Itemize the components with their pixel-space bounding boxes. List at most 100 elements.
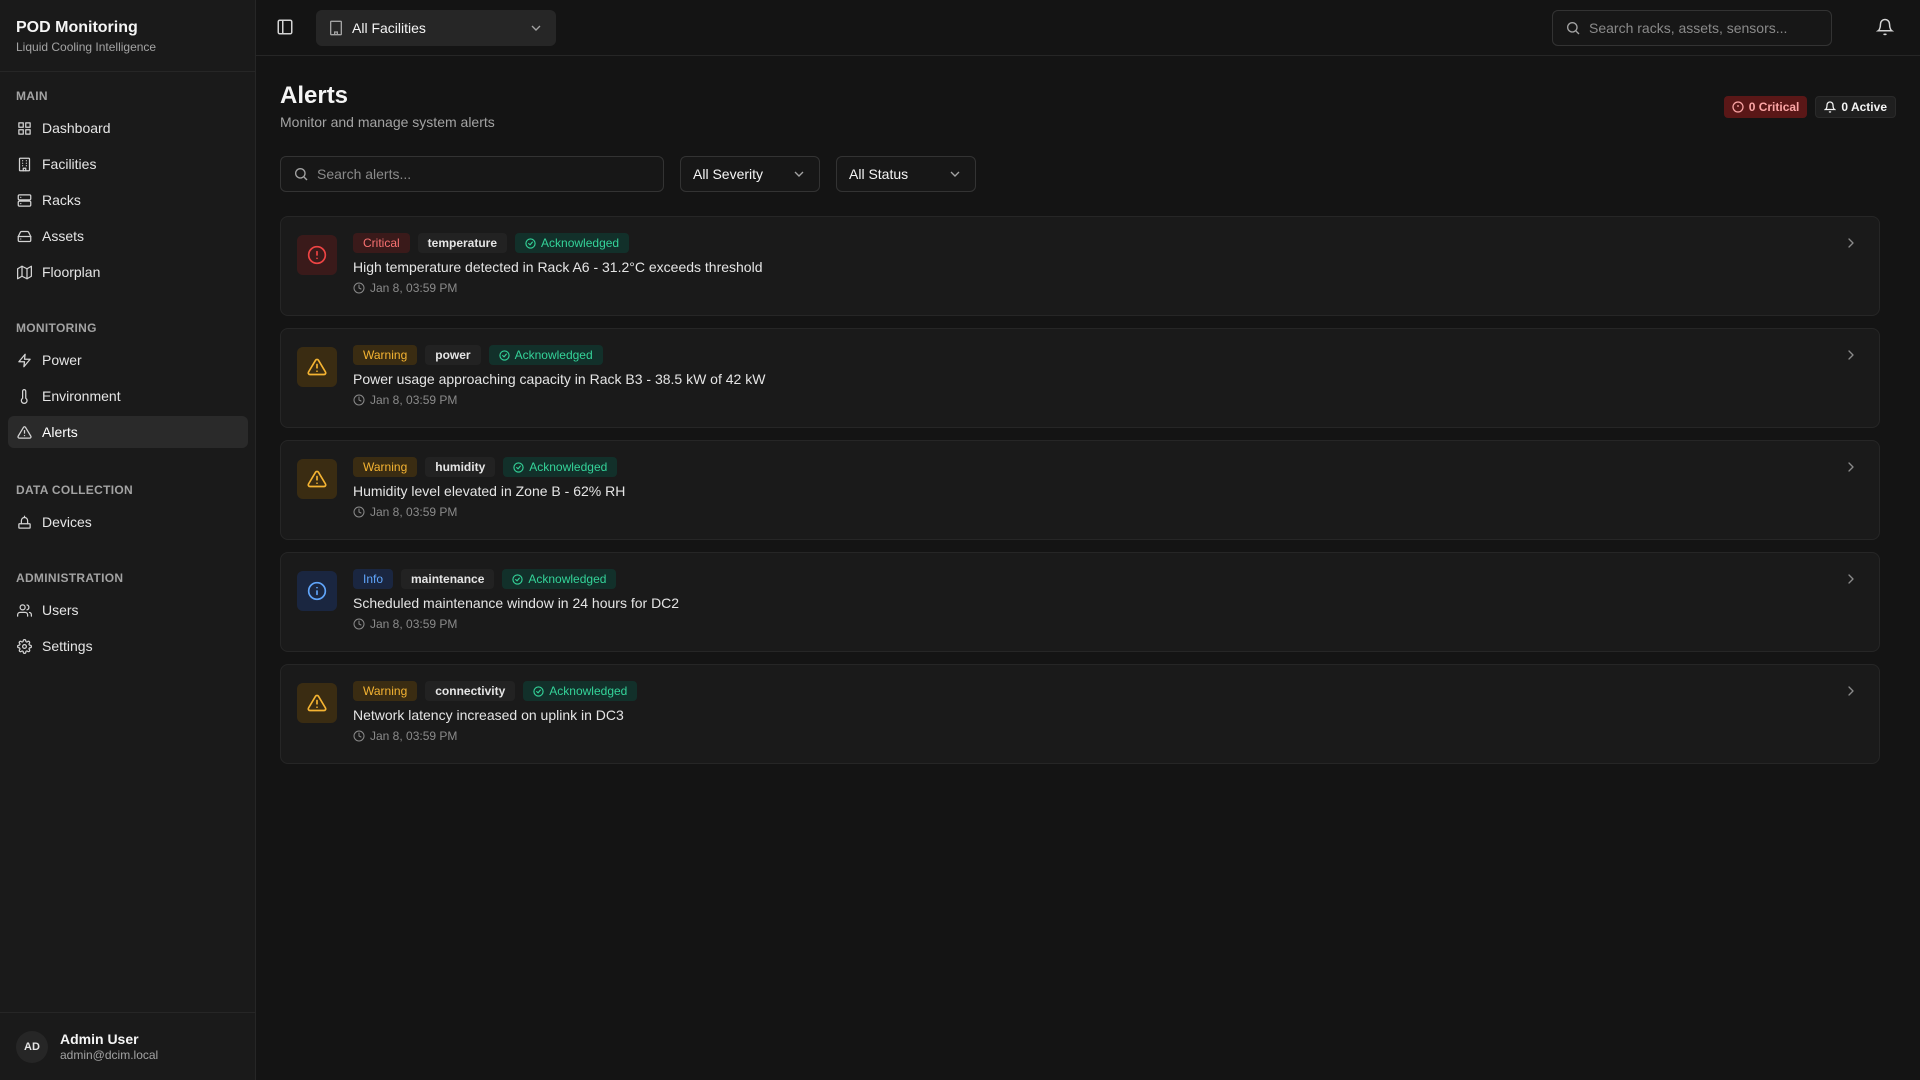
nav-heading: DATA COLLECTION [16,483,133,497]
active-count-badge: 0 Active [1815,96,1896,118]
status-badge: Acknowledged [523,681,638,701]
severity-badge: Warning [353,681,418,701]
alert-body: Info maintenance Acknowledged Scheduled mai… [353,569,679,631]
alert-timestamp: Jan 8, 03:59 PM [353,617,679,631]
alert-tags: Critical temperature Acknowledged [353,233,763,253]
clock-icon [353,282,365,294]
sidebar-item-settings[interactable]: Settings [8,630,248,662]
chevron-right-icon[interactable] [1843,459,1859,475]
sidebar-item-alerts[interactable]: Alerts [8,416,248,448]
alert-card[interactable]: Warning humidity Acknowledged Humidity leve… [280,440,1880,540]
severity-badge: Info [353,569,394,589]
chevron-right-icon[interactable] [1843,571,1859,587]
user-profile[interactable]: AD Admin User admin@dcim.local [0,1012,256,1080]
nav-heading: MAIN [16,89,48,103]
check-circle-icon [498,349,510,361]
sidebar-item-floorplan[interactable]: Floorplan [8,256,248,288]
check-circle-icon [533,685,544,697]
alert-circle-icon [1732,101,1744,113]
users-icon [16,602,32,618]
bell-icon [1824,101,1837,113]
topbar: All Facilities [256,0,1920,56]
chevron-down-icon [791,166,807,182]
filter-bar: All Severity All Status [280,156,976,192]
clock-icon [353,506,365,518]
app-subtitle: Liquid Cooling Intelligence [16,40,157,54]
alert-message: Scheduled maintenance window in 24 hours… [353,595,680,611]
alert-card[interactable]: Critical temperature Acknowledged High temp… [280,216,1880,316]
active-count-label: 0 Active [1841,100,1887,114]
sidebar-item-label: Power [42,352,82,368]
alert-tags: Warning humidity Acknowledged [353,457,625,477]
alert-body: Warning connectivity Acknowledged Network l… [353,681,638,743]
info-icon [297,571,337,611]
sidebar-item-power[interactable]: Power [8,344,248,376]
category-badge: connectivity [425,681,516,701]
sidebar-item-facilities[interactable]: Facilities [8,148,248,180]
check-circle-icon [513,461,524,473]
alert-card[interactable]: Info maintenance Acknowledged Scheduled mai… [280,552,1880,652]
alert-triangle-icon [16,424,32,440]
page-subtitle: Monitor and manage system alerts [280,114,495,130]
map-icon [16,264,32,280]
alert-message: High temperature detected in Rack A6 - 3… [353,259,763,275]
nav-section-main: MAIN Dashboard Facilities Racks Assets Floorp… [0,86,256,292]
global-search[interactable] [1552,10,1832,46]
sidebar-toggle-icon[interactable] [276,18,296,38]
search-icon [1565,20,1581,36]
alert-triangle-icon [297,459,337,499]
alert-search-input[interactable] [317,166,651,182]
alert-body: Warning power Acknowledged Power usage appr… [353,345,765,407]
sidebar-item-users[interactable]: Users [8,594,248,626]
alert-triangle-icon [297,683,337,723]
chevron-right-icon[interactable] [1843,235,1859,251]
nav-section-monitoring: MONITORING Power Environment Alerts [0,318,256,452]
sidebar-item-racks[interactable]: Racks [8,184,248,216]
alert-tags: Info maintenance Acknowledged [353,569,679,589]
avatar: AD [16,1030,48,1063]
bell-icon[interactable] [1876,18,1896,38]
alert-time-label: Jan 8, 03:59 PM [370,281,458,295]
status-select[interactable]: All Status [836,156,976,192]
alert-tags: Warning connectivity Acknowledged [353,681,638,701]
sidebar-item-devices[interactable]: Devices [8,506,248,538]
sidebar-item-label: Assets [42,228,85,244]
alert-message: Humidity level elevated in Zone B - 62% … [353,483,626,499]
sidebar-item-assets[interactable]: Assets [8,220,248,252]
severity-select[interactable]: All Severity [680,156,820,192]
global-search-input[interactable] [1589,20,1819,36]
sidebar-item-label: Alerts [42,424,78,440]
clock-icon [353,618,365,630]
alert-triangle-icon [297,347,337,387]
sidebar-item-label: Environment [42,388,121,404]
alert-card[interactable]: Warning connectivity Acknowledged Network l… [280,664,1880,764]
severity-badge: Warning [353,457,418,477]
chevron-right-icon[interactable] [1843,683,1859,699]
alert-timestamp: Jan 8, 03:59 PM [353,281,763,295]
alert-circle-icon [297,235,337,275]
status-badge: Acknowledged [515,233,630,253]
sidebar-item-label: Floorplan [42,264,101,280]
category-badge: temperature [417,233,508,253]
alert-search[interactable] [280,156,664,192]
status-badge-label: Acknowledged [541,236,620,250]
sidebar: POD Monitoring Liquid Cooling Intelligen… [0,0,256,1080]
status-badge: Acknowledged [503,457,618,477]
chevron-right-icon[interactable] [1843,347,1859,363]
sidebar-item-environment[interactable]: Environment [8,380,248,412]
sidebar-item-dashboard[interactable]: Dashboard [8,112,248,144]
alert-time-label: Jan 8, 03:59 PM [370,505,458,519]
nav-section-data-collection: DATA COLLECTION Devices [0,480,256,542]
page-title: Alerts [280,82,349,109]
gear-icon [16,638,32,654]
alert-card[interactable]: Warning power Acknowledged Power usage appr… [280,328,1880,428]
device-icon [16,514,32,530]
header-badges: 0 Critical 0 Active [1723,96,1896,118]
status-select-value: All Status [849,166,909,182]
zap-icon [16,352,32,368]
alert-message: Network latency increased on uplink in D… [353,707,624,723]
search-icon [293,166,309,182]
alert-timestamp: Jan 8, 03:59 PM [353,393,765,407]
alert-time-label: Jan 8, 03:59 PM [370,393,458,407]
facility-select[interactable]: All Facilities [316,10,556,46]
